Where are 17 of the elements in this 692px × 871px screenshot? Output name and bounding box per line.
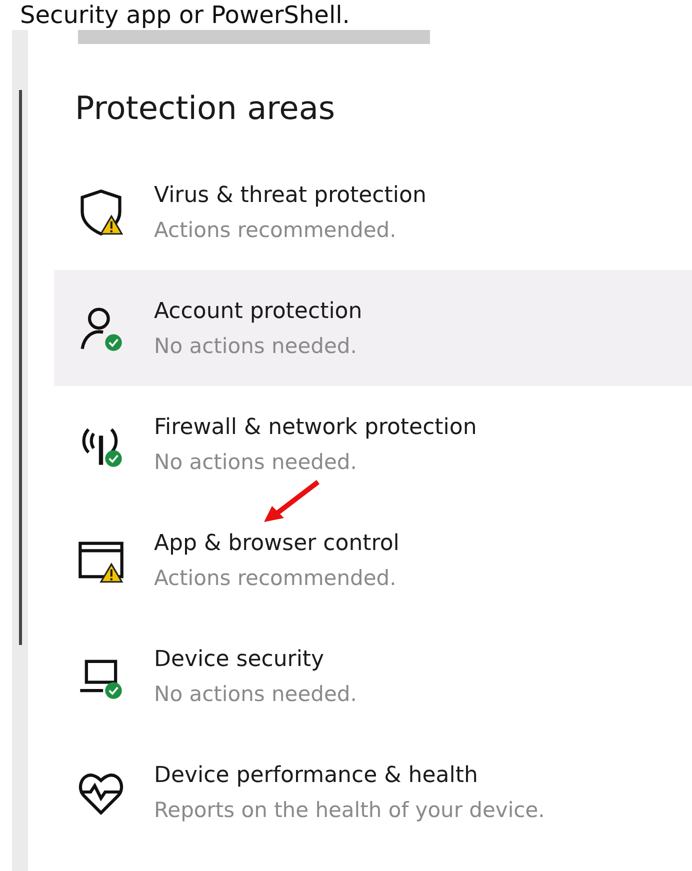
item-status: Actions recommended.	[154, 565, 398, 592]
caption-text: Security app or PowerShell.	[19, 0, 351, 30]
protection-area-item[interactable]: Account protection No actions needed.	[54, 270, 692, 386]
item-status: No actions needed.	[154, 333, 358, 360]
item-status: No actions needed.	[154, 681, 357, 708]
scrollbar[interactable]	[12, 30, 28, 871]
section-heading: Protection areas	[75, 88, 336, 129]
item-title: Account protection	[154, 298, 362, 326]
annotation-arrow-icon	[262, 478, 322, 524]
item-status: Actions recommended.	[154, 217, 398, 244]
item-title: Virus & threat protection	[154, 182, 426, 210]
item-title: Device performance & health	[154, 762, 479, 790]
item-status: Reports on the health of your device.	[154, 797, 545, 824]
item-title: Device security	[154, 646, 326, 674]
item-status: No actions needed.	[154, 449, 358, 476]
item-title: Firewall & network protection	[154, 414, 477, 442]
item-title: App & browser control	[154, 530, 400, 558]
